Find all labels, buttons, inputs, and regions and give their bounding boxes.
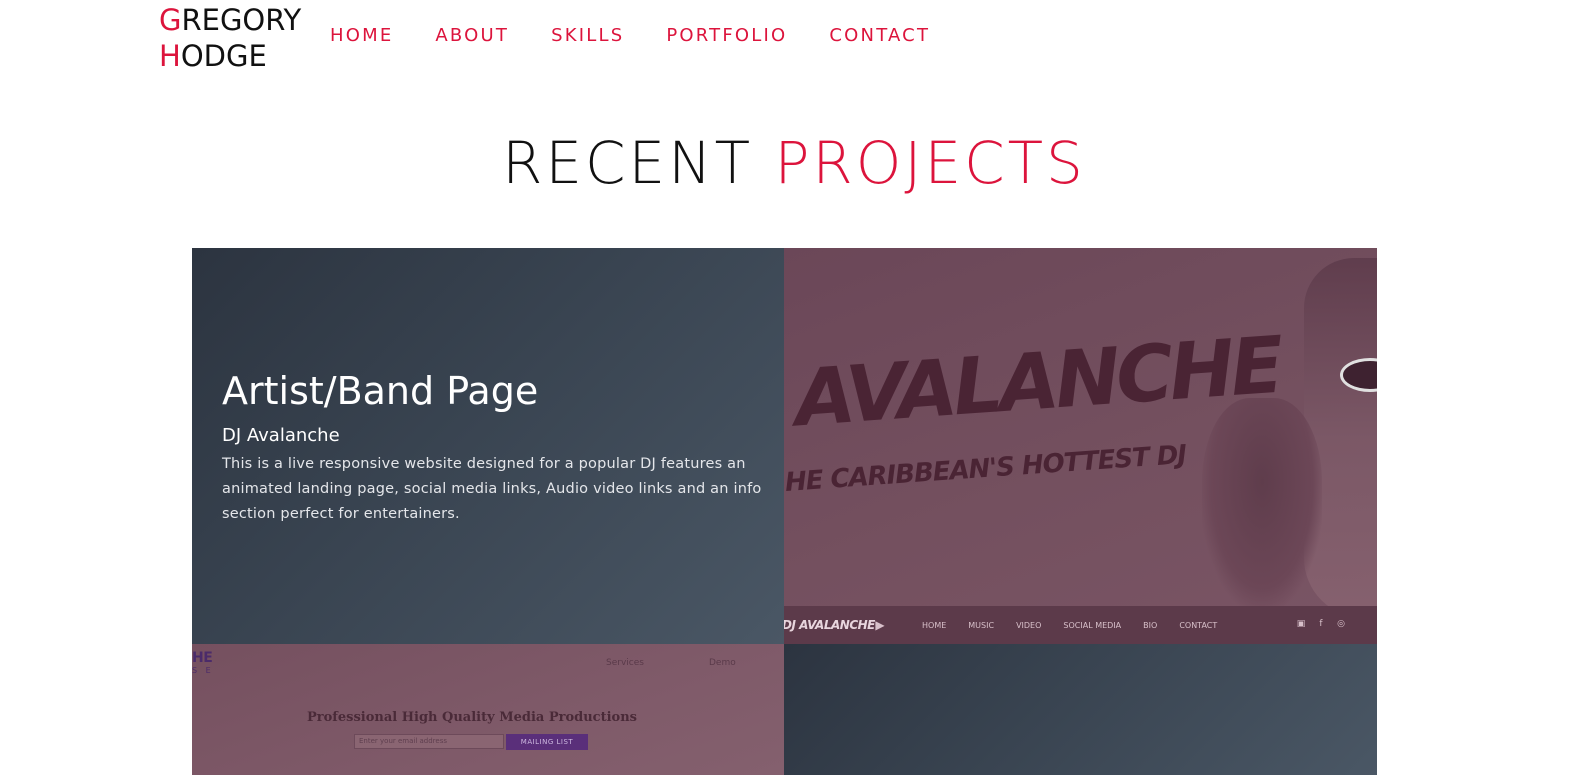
project-preview-media-productions[interactable]: HE S E Services Demo Professional High Q… (192, 644, 784, 775)
preview-media-heading: Professional High Quality Media Producti… (307, 710, 637, 725)
nav-contact[interactable]: CONTACT (829, 24, 930, 48)
nav-about[interactable]: ABOUT (435, 24, 509, 48)
preview-dj-logo: J AVALANCHE (784, 320, 1283, 448)
preview-mini-nav-logo: DJ AVALANCHE (784, 618, 875, 632)
section-title-word1: RECENT (502, 129, 754, 197)
logo-line-first: GREGORY (159, 2, 301, 38)
project-description: This is a live responsive website design… (222, 456, 762, 522)
preview-mini-nav-item: SOCIAL MEDIA (1063, 620, 1122, 630)
instagram-icon: ◎ (1337, 619, 1345, 629)
preview-hand-gesture (1202, 398, 1322, 608)
section-title: RECENT PROJECTS (0, 128, 1588, 198)
project-subtitle: DJ Avalanche (222, 425, 340, 446)
preview-dj-tagline: HE CARIBBEAN'S HOTTEST DJ (784, 439, 1188, 498)
preview-mini-nav-item: BIO (1143, 620, 1158, 630)
site-logo[interactable]: GREGORY HODGE (159, 2, 301, 74)
preview-mini-nav-item: MUSIC (968, 620, 995, 630)
preview-mini-nav-item: VIDEO (1016, 620, 1042, 630)
preview-media-logo-sub: S E (192, 666, 214, 675)
preview-media-mailing-button: MAILING LIST (506, 734, 588, 750)
preview-media-nav-item: Demo (709, 658, 736, 668)
project-info-card-2 (784, 644, 1377, 775)
play-icon: ▶ (875, 618, 885, 632)
project-title: Artist/Band Page (222, 369, 539, 413)
nav-portfolio[interactable]: PORTFOLIO (666, 24, 787, 48)
youtube-icon: ▣ (1296, 619, 1306, 629)
logo-line-last: HODGE (159, 38, 301, 74)
project-preview-dj-avalanche[interactable]: J AVALANCHE HE CARIBBEAN'S HOTTEST DJ DJ… (784, 248, 1377, 644)
preview-social-icons: ▣ f ◎ (1287, 618, 1347, 630)
logo-rest-first: REGORY (181, 3, 302, 37)
section-title-word2: PROJECTS (774, 129, 1086, 197)
preview-media-nav-item: Services (606, 658, 644, 668)
projects-grid: Artist/Band Page DJ Avalanche This is a … (192, 248, 1377, 775)
preview-media-email-field: Enter your email address (354, 734, 504, 749)
nav-skills[interactable]: SKILLS (551, 24, 624, 48)
logo-initial-first: G (159, 3, 182, 37)
preview-mini-nav-item: CONTACT (1179, 620, 1218, 630)
project-info-card: Artist/Band Page DJ Avalanche This is a … (192, 248, 784, 644)
preview-mini-nav: DJ AVALANCHE ▶ HOME MUSIC VIDEO SOCIAL M… (784, 606, 1377, 644)
nav-home[interactable]: HOME (330, 24, 393, 48)
preview-mini-nav-item: HOME (922, 620, 947, 630)
preview-media-logo: HE (192, 650, 213, 666)
logo-initial-last: H (159, 39, 181, 73)
facebook-icon: f (1319, 619, 1323, 629)
logo-rest-last: ODGE (180, 39, 267, 73)
main-nav: HOME ABOUT SKILLS PORTFOLIO CONTACT (330, 24, 972, 48)
